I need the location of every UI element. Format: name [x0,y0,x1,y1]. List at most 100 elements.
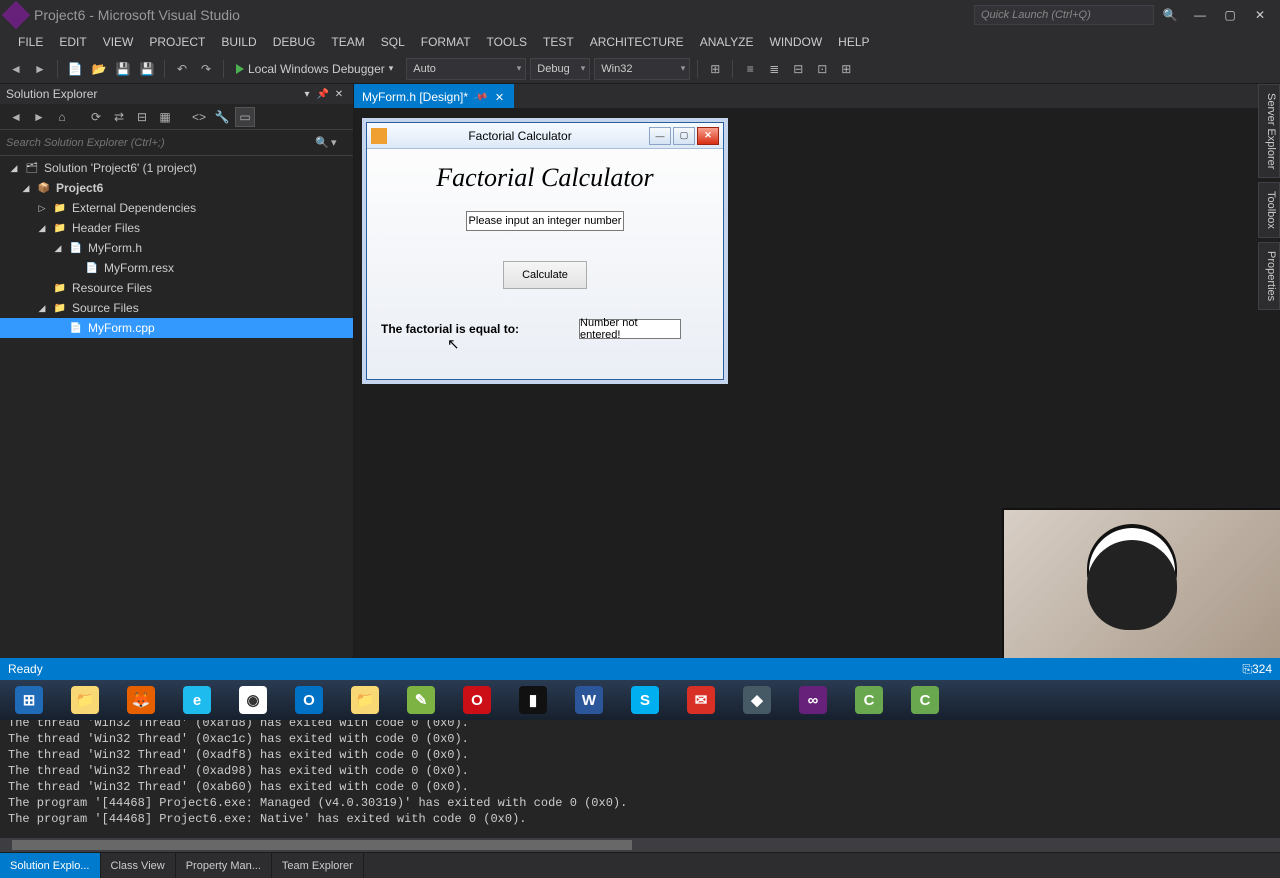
taskbar-terminal[interactable]: ▮ [506,682,560,718]
panel-dropdown-icon[interactable]: ▾ [299,86,315,102]
output-scrollbar[interactable] [0,838,1280,852]
se-refresh-icon[interactable]: ⟳ [86,107,106,127]
save-all-icon[interactable]: 💾 [137,59,157,79]
output-text[interactable]: The thread 'Win32 Thread' (0xafd8) has e… [0,711,1280,838]
layout3-icon[interactable]: ⊟ [788,59,808,79]
taskbar-mail[interactable]: ✉ [674,682,728,718]
search-icon[interactable]: 🔍 [315,136,331,149]
winform-minimize-icon[interactable]: — [649,127,671,145]
taskbar-chrome[interactable]: ◉ [226,682,280,718]
menu-debug[interactable]: DEBUG [265,30,324,54]
tree-myform-resx[interactable]: 📄MyForm.resx [0,258,353,278]
tree-header-files[interactable]: ◢📁Header Files [0,218,353,238]
tree-myform-h[interactable]: ◢📄MyForm.h [0,238,353,258]
menu-view[interactable]: VIEW [95,30,142,54]
result-textbox[interactable]: Number not entered! [579,319,681,339]
menu-window[interactable]: WINDOW [762,30,831,54]
bottom-tab-team-explorer[interactable]: Team Explorer [272,853,364,878]
menu-build[interactable]: BUILD [213,30,264,54]
align-icon[interactable]: ⊞ [705,59,725,79]
panel-pin-icon[interactable]: 📌 [315,86,331,102]
taskbar-ie[interactable]: e [170,682,224,718]
panel-close-icon[interactable]: ✕ [331,86,347,102]
nav-back-icon[interactable]: ◄ [6,59,26,79]
start-button[interactable]: ⊞ [2,682,56,718]
menu-tools[interactable]: TOOLS [479,30,535,54]
dock-properties[interactable]: Properties [1258,242,1280,310]
menu-project[interactable]: PROJECT [141,30,213,54]
taskbar-skype[interactable]: S [618,682,672,718]
menu-architecture[interactable]: ARCHITECTURE [582,30,692,54]
open-file-icon[interactable]: 📂 [89,59,109,79]
layout2-icon[interactable]: ≣ [764,59,784,79]
taskbar-camtasia[interactable]: C [842,682,896,718]
se-code-icon[interactable]: <> [189,107,209,127]
search-icon[interactable]: 🔍 [1156,4,1184,26]
se-sync-icon[interactable]: ⇄ [109,107,129,127]
layout4-icon[interactable]: ⊡ [812,59,832,79]
layout5-icon[interactable]: ⊞ [836,59,856,79]
se-fwd-icon[interactable]: ► [29,107,49,127]
minimize-button[interactable]: — [1186,4,1214,26]
tab-close-icon[interactable]: ✕ [492,90,506,104]
input-textbox[interactable]: Please input an integer number [466,211,624,231]
bottom-tab-solution-explorer[interactable]: Solution Explo... [0,853,101,878]
tree-resource-files[interactable]: 📁Resource Files [0,278,353,298]
taskbar-explorer[interactable]: 📁 [58,682,112,718]
search-dropdown-icon[interactable]: ▾ [331,136,347,149]
se-showall-icon[interactable]: ▦ [155,107,175,127]
se-home-icon[interactable]: ⌂ [52,107,72,127]
tree-source-files[interactable]: ◢📁Source Files [0,298,353,318]
winform-heading[interactable]: Factorial Calculator [381,163,709,193]
tab-myform-design[interactable]: MyForm.h [Design]* 📌 ✕ [354,84,514,108]
se-search-input[interactable] [6,137,315,149]
solution-config-dropdown[interactable]: Auto [406,58,526,80]
save-icon[interactable]: 💾 [113,59,133,79]
menu-format[interactable]: FORMAT [413,30,479,54]
taskbar-word[interactable]: W [562,682,616,718]
taskbar-app2[interactable]: ◆ [730,682,784,718]
bottom-tab-class-view[interactable]: Class View [101,853,176,878]
maximize-button[interactable]: ▢ [1216,4,1244,26]
se-collapse-icon[interactable]: ⊟ [132,107,152,127]
menu-edit[interactable]: EDIT [51,30,94,54]
taskbar-opera[interactable]: O [450,682,504,718]
se-properties-icon[interactable]: 🔧 [212,107,232,127]
calculate-button[interactable]: Calculate [503,261,587,289]
tree-solution[interactable]: ◢🗂Solution 'Project6' (1 project) [0,158,353,178]
tree-myform-cpp[interactable]: 📄MyForm.cpp [0,318,353,338]
winform-preview[interactable]: Factorial Calculator — ▢ ✕ Factorial Cal… [366,122,724,380]
menu-test[interactable]: TEST [535,30,582,54]
menu-team[interactable]: TEAM [323,30,372,54]
pin-icon[interactable]: 📌 [472,89,488,105]
winform-maximize-icon[interactable]: ▢ [673,127,695,145]
redo-icon[interactable]: ↷ [196,59,216,79]
bottom-tab-property-manager[interactable]: Property Man... [176,853,272,878]
result-label[interactable]: The factorial is equal to: [381,322,519,336]
undo-icon[interactable]: ↶ [172,59,192,79]
taskbar-outlook[interactable]: O [282,682,336,718]
menu-analyze[interactable]: ANALYZE [692,30,762,54]
menu-file[interactable]: FILE [10,30,51,54]
tree-external-deps[interactable]: ▷📁External Dependencies [0,198,353,218]
taskbar-vs[interactable]: ∞ [786,682,840,718]
dock-server-explorer[interactable]: Server Explorer [1258,84,1280,178]
se-back-icon[interactable]: ◄ [6,107,26,127]
taskbar-app3[interactable]: C [898,682,952,718]
tree-project[interactable]: ◢📦Project6 [0,178,353,198]
dock-toolbox[interactable]: Toolbox [1258,182,1280,238]
menu-sql[interactable]: SQL [373,30,413,54]
menu-help[interactable]: HELP [830,30,877,54]
se-preview-icon[interactable]: ▭ [235,107,255,127]
winform-close-icon[interactable]: ✕ [697,127,719,145]
nav-fwd-icon[interactable]: ► [30,59,50,79]
platform-dropdown[interactable]: Win32 [594,58,690,80]
taskbar-app1[interactable]: ✎ [394,682,448,718]
close-button[interactable]: ✕ [1246,4,1274,26]
layout-icon[interactable]: ≡ [740,59,760,79]
new-project-icon[interactable]: 📄 [65,59,85,79]
build-config-dropdown[interactable]: Debug [530,58,590,80]
taskbar-folder2[interactable]: 📁 [338,682,392,718]
taskbar-firefox[interactable]: 🦊 [114,682,168,718]
quick-launch-input[interactable]: Quick Launch (Ctrl+Q) [974,5,1154,25]
